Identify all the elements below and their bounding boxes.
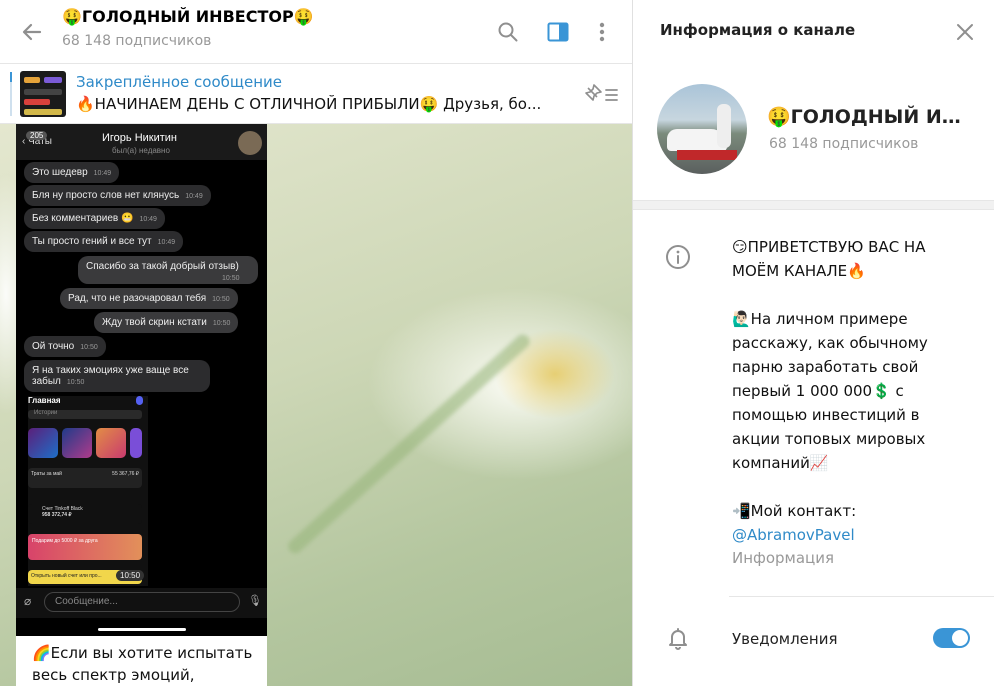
- screenshot-bubble: Я на таких эмоциях уже ваще все забыл 10:…: [24, 360, 210, 392]
- screenshot-bubble-out: Рад, что не разочаровал тебя 10:50: [60, 288, 238, 309]
- screenshot-bubble: Это шедевр 10:49: [24, 162, 120, 183]
- screenshot-input-placeholder: Сообщение...: [44, 592, 240, 612]
- row-separator: [729, 596, 994, 597]
- info-icon: [665, 244, 691, 270]
- notifications-toggle[interactable]: [933, 628, 970, 648]
- post-text: 🌈Если вы хотите испытать весь спектр эмо…: [32, 644, 253, 684]
- screenshot-badge: 205: [26, 131, 48, 140]
- channel-description: 😏ПРИВЕТСТВУЮ ВАС НА МОЁМ КАНАЛЕ🔥 🙋🏻‍♂️На…: [732, 235, 972, 547]
- back-arrow-icon[interactable]: [16, 16, 48, 48]
- more-vertical-icon[interactable]: [586, 16, 618, 48]
- screenshot-contact-name: Игорь Никитин: [102, 132, 178, 144]
- info-panel-header: Информация о канале: [633, 0, 994, 64]
- pinned-text: 🔥НАЧИНАЕМ ДЕНЬ С ОТЛИЧНОЙ ПРИБЫЛИ🤑 Друзь…: [76, 95, 542, 113]
- info-panel-title: Информация о канале: [660, 21, 856, 39]
- pinned-indicator: [10, 72, 12, 116]
- chat-area: 🤑ГОЛОДНЫЙ ИНВЕСТОР🤑 68 148 подписчиков З…: [0, 0, 632, 686]
- screenshot-attach-icon: ⌀: [24, 594, 32, 608]
- screenshot-bubble: Без комментариев 😬 10:49: [24, 208, 165, 229]
- search-icon[interactable]: [492, 16, 524, 48]
- section-divider: [633, 200, 994, 210]
- unpin-list-icon[interactable]: [584, 82, 620, 106]
- bell-icon: [665, 625, 691, 651]
- channel-profile: 🤑ГОЛОДНЫЙ ИН... 68 148 подписчиков: [633, 64, 994, 200]
- pinned-message-bar[interactable]: Закреплённое сообщение 🔥НАЧИНАЕМ ДЕНЬ С …: [0, 64, 632, 124]
- screenshot-mic-dot: [136, 396, 143, 405]
- close-icon[interactable]: [949, 16, 981, 48]
- screenshot-mic-icon: 🎙: [248, 595, 262, 607]
- description-greeting: 😏ПРИВЕТСТВУЮ ВАС НА МОЁМ КАНАЛЕ🔥: [732, 238, 926, 280]
- screenshot-seen-status: был(а) недавно: [112, 146, 170, 155]
- channel-subscribers: 68 148 подписчиков: [769, 136, 919, 152]
- notifications-label: Уведомления: [732, 630, 838, 648]
- pinned-thumbnail: [20, 71, 66, 117]
- post-screenshot-image[interactable]: ‹ Чаты 205 Игорь Никитин был(а) недавно …: [16, 124, 267, 636]
- chat-header: 🤑ГОЛОДНЫЙ ИНВЕСТОР🤑 68 148 подписчиков: [0, 0, 632, 64]
- screenshot-home-indicator: [98, 628, 186, 631]
- screenshot-bubble: Бля ну просто слов нет клянусь 10:49: [24, 185, 211, 206]
- channel-post[interactable]: ‹ Чаты 205 Игорь Никитин был(а) недавно …: [16, 124, 267, 686]
- description-body: 🙋🏻‍♂️На личном примере расскажу, как обы…: [732, 310, 928, 472]
- screenshot-bubble-out: Спасибо за такой добрый отзыв) 10:50: [78, 256, 258, 284]
- channel-avatar[interactable]: [657, 84, 747, 174]
- screenshot-avatar: [238, 131, 262, 155]
- chat-subscribers: 68 148 подписчиков: [62, 33, 212, 49]
- side-panel-icon[interactable]: [542, 16, 574, 48]
- screenshot-input-bar: ⌀ Сообщение... 🎙: [16, 588, 267, 618]
- screenshot-video-time: 10:50: [116, 570, 145, 581]
- screenshot-bank-app: Главная Истории Траты за май 55 367,76 ₽…: [28, 396, 148, 586]
- screenshot-bubble: Ой точно 10:50: [24, 336, 106, 357]
- description-label: Информация: [732, 549, 835, 567]
- channel-name: 🤑ГОЛОДНЫЙ ИН...: [767, 106, 973, 128]
- description-contact: 📲Мой контакт: @AbramovPavel: [732, 502, 857, 544]
- channel-info-panel: Информация о канале 🤑ГОЛОДНЫЙ ИН... 68 1…: [632, 0, 994, 686]
- chat-title[interactable]: 🤑ГОЛОДНЫЙ ИНВЕСТОР🤑: [62, 7, 314, 26]
- contact-link[interactable]: @AbramovPavel: [732, 526, 855, 544]
- screenshot-bubble-out: Жду твой скрин кстати 10:50: [94, 312, 239, 333]
- pinned-label: Закреплённое сообщение: [76, 73, 283, 91]
- screenshot-bubble: Ты просто гений и все тут 10:49: [24, 231, 184, 252]
